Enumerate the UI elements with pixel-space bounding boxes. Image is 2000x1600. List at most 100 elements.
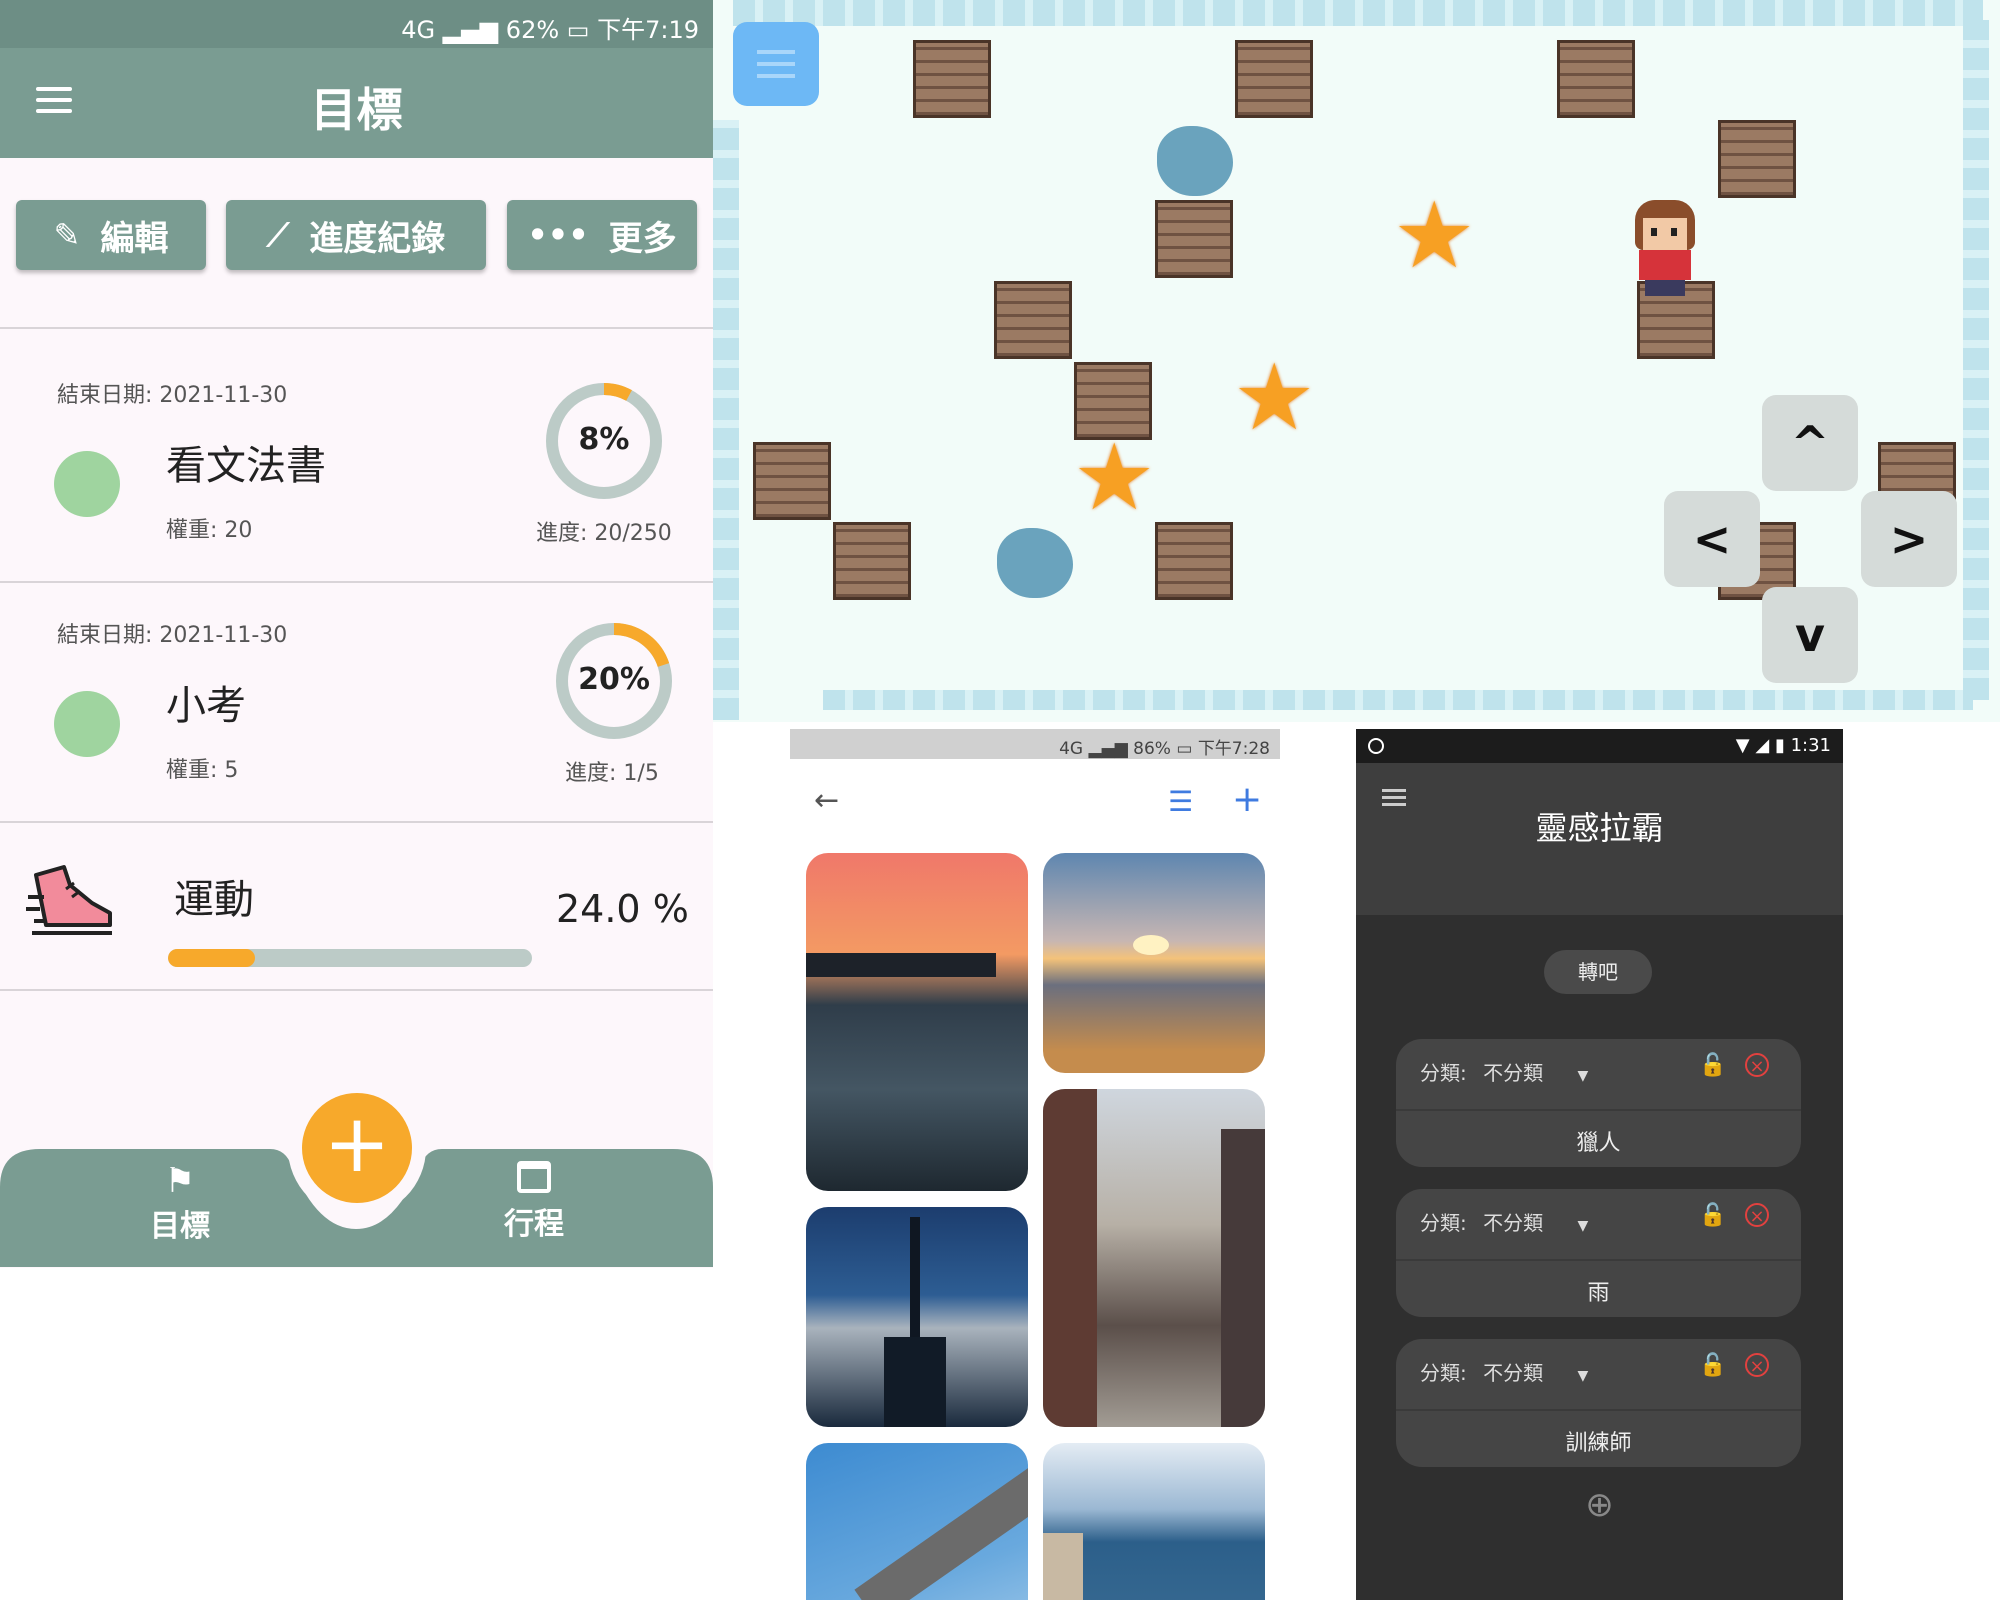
crate xyxy=(1155,522,1233,600)
goals-app-screen: 4G ▂▄▆ 62% ▭ 下午7:19 目標 ✎ 編輯 ⟋ 進度紀錄 ••• 更… xyxy=(0,0,713,1268)
edit-button-label: 編輯 xyxy=(100,218,169,259)
nav-goals[interactable]: ⚑ 目標 xyxy=(120,1161,240,1245)
ice-wall-bottom xyxy=(823,690,1973,710)
category-label: 分類: xyxy=(1420,1361,1467,1385)
dropdown-arrow-icon: ▼ xyxy=(1577,1368,1589,1384)
menu-button[interactable] xyxy=(733,22,819,106)
goal-end-date: 結束日期: 2021-11-30 xyxy=(57,623,288,648)
crate xyxy=(913,40,991,118)
divider xyxy=(1396,1259,1801,1261)
slot-value: 雨 xyxy=(1587,1281,1610,1306)
unlock-icon[interactable]: 🔓 xyxy=(1699,1203,1726,1228)
goal-color-dot xyxy=(54,691,120,757)
back-arrow-icon[interactable]: ← xyxy=(814,783,839,818)
divider xyxy=(1396,1409,1801,1411)
goal-weight: 權重: 20 xyxy=(166,518,253,543)
dropdown-arrow-icon: ▼ xyxy=(1577,1218,1589,1234)
goal-name: 小考 xyxy=(166,683,246,729)
photo-pier-sunset[interactable] xyxy=(806,853,1028,1191)
edit-button[interactable]: ✎ 編輯 xyxy=(16,200,206,270)
dpad-right-button[interactable]: > xyxy=(1861,491,1957,587)
more-button[interactable]: ••• 更多 xyxy=(507,200,697,270)
photo-building-sky[interactable] xyxy=(806,1443,1028,1600)
progress-count: 進度: 1/5 xyxy=(565,761,659,786)
add-icon[interactable]: + xyxy=(1232,779,1262,820)
crate xyxy=(833,522,911,600)
app-bar: 靈感拉霸 xyxy=(1356,763,1843,915)
category-name: 運動 xyxy=(174,877,254,923)
menu-icon xyxy=(757,50,795,78)
photo-city-street[interactable] xyxy=(1043,1089,1265,1427)
player-character xyxy=(1627,200,1703,300)
page-title: 目標 xyxy=(310,83,403,137)
status-bar: ▼ ◢ ▮ 1:31 xyxy=(1356,729,1843,763)
add-slot-icon[interactable]: ⊕ xyxy=(1356,1485,1843,1525)
category-card[interactable]: 運動 24.0 % xyxy=(0,823,713,989)
slot-value: 訓練師 xyxy=(1565,1431,1632,1456)
trend-icon: ⟋ xyxy=(266,215,290,254)
category-row[interactable]: 分類: 不分類 ▼ xyxy=(1420,1057,1588,1086)
chevron-right-icon: > xyxy=(1889,512,1929,566)
slot-card: 分類: 不分類 ▼ 🔓 × 訓練師 xyxy=(1396,1339,1801,1467)
flag-icon: ⚑ xyxy=(164,1161,196,1201)
more-dots-icon: ••• xyxy=(527,216,589,254)
ice-wall-right xyxy=(1963,20,1989,700)
slot-value: 獵人 xyxy=(1576,1131,1621,1156)
remove-icon[interactable]: × xyxy=(1745,1353,1769,1377)
nav-schedule-label: 行程 xyxy=(504,1207,564,1242)
chevron-left-icon: < xyxy=(1692,512,1732,566)
crate xyxy=(1235,40,1313,118)
network-indicator: 4G xyxy=(401,16,436,44)
remove-icon[interactable]: × xyxy=(1745,1053,1769,1077)
progress-count: 進度: 20/250 xyxy=(536,521,672,546)
app-bar: 目標 xyxy=(0,48,713,158)
crate xyxy=(753,442,831,520)
nav-goals-label: 目標 xyxy=(150,1209,210,1244)
goal-card[interactable]: 結束日期: 2021-11-30 小考 權重: 5 20% 進度: 1/5 xyxy=(0,583,713,821)
photo-skyscraper[interactable] xyxy=(806,1207,1028,1427)
sneaker-icon xyxy=(26,865,112,935)
status-bar: 4G ▂▄▆ 62% ▭ 下午7:19 xyxy=(0,0,713,48)
dropdown-arrow-icon: ▼ xyxy=(1577,1068,1589,1084)
unlock-icon[interactable]: 🔓 xyxy=(1699,1053,1726,1078)
dpad-up-button[interactable]: ^ xyxy=(1762,395,1858,491)
category-progress-fill xyxy=(168,949,256,967)
list-view-icon[interactable]: ☰ xyxy=(1168,785,1193,818)
progress-log-button[interactable]: ⟋ 進度紀錄 xyxy=(226,200,486,270)
category-row[interactable]: 分類: 不分類 ▼ xyxy=(1420,1207,1588,1236)
notification-icon xyxy=(1368,738,1384,754)
inspiration-slot-screen: ▼ ◢ ▮ 1:31 靈感拉霸 轉吧 分類: 不分類 ▼ 🔓 × 獵人 分類: … xyxy=(1356,729,1843,1600)
star-icon: ★ xyxy=(1073,424,1156,531)
dpad-left-button[interactable]: < xyxy=(1664,491,1760,587)
page-title: 靈感拉霸 xyxy=(1535,809,1664,847)
pencil-icon: ✎ xyxy=(53,216,81,254)
category-value: 不分類 xyxy=(1483,1361,1544,1385)
crate xyxy=(1557,40,1635,118)
dpad-down-button[interactable]: v xyxy=(1762,587,1858,683)
goal-card[interactable]: 結束日期: 2021-11-30 看文法書 權重: 20 8% 進度: 20/2… xyxy=(0,329,713,581)
nav-schedule[interactable]: 行程 xyxy=(474,1161,594,1243)
signal-icon: ▂▄▆ xyxy=(1088,739,1134,759)
goal-weight: 權重: 5 xyxy=(166,758,239,783)
add-goal-fab[interactable]: + xyxy=(302,1093,412,1203)
calendar-icon xyxy=(517,1161,551,1193)
remove-icon[interactable]: × xyxy=(1745,1203,1769,1227)
slot-card: 分類: 不分類 ▼ 🔓 × 雨 xyxy=(1396,1189,1801,1317)
ice-wall-left xyxy=(713,120,739,720)
category-row[interactable]: 分類: 不分類 ▼ xyxy=(1420,1357,1588,1386)
photo-ocean-cliff[interactable] xyxy=(1043,1443,1265,1600)
spin-button[interactable]: 轉吧 xyxy=(1544,950,1652,994)
signal-icon: ▂▄▆ xyxy=(442,16,506,44)
crate xyxy=(1155,200,1233,278)
photo-sea-sunset[interactable] xyxy=(1043,853,1265,1073)
progress-log-button-label: 進度紀錄 xyxy=(309,218,446,259)
category-label: 分類: xyxy=(1420,1061,1467,1085)
divider xyxy=(0,989,713,991)
battery-icon: ▭ xyxy=(1176,739,1198,759)
unlock-icon[interactable]: 🔓 xyxy=(1699,1353,1726,1378)
signal-icon: ◢ xyxy=(1755,735,1770,756)
battery-icon: ▭ xyxy=(566,16,598,44)
goal-name: 看文法書 xyxy=(166,443,326,489)
clock: 1:31 xyxy=(1790,735,1831,756)
network-indicator: 4G xyxy=(1059,739,1084,759)
